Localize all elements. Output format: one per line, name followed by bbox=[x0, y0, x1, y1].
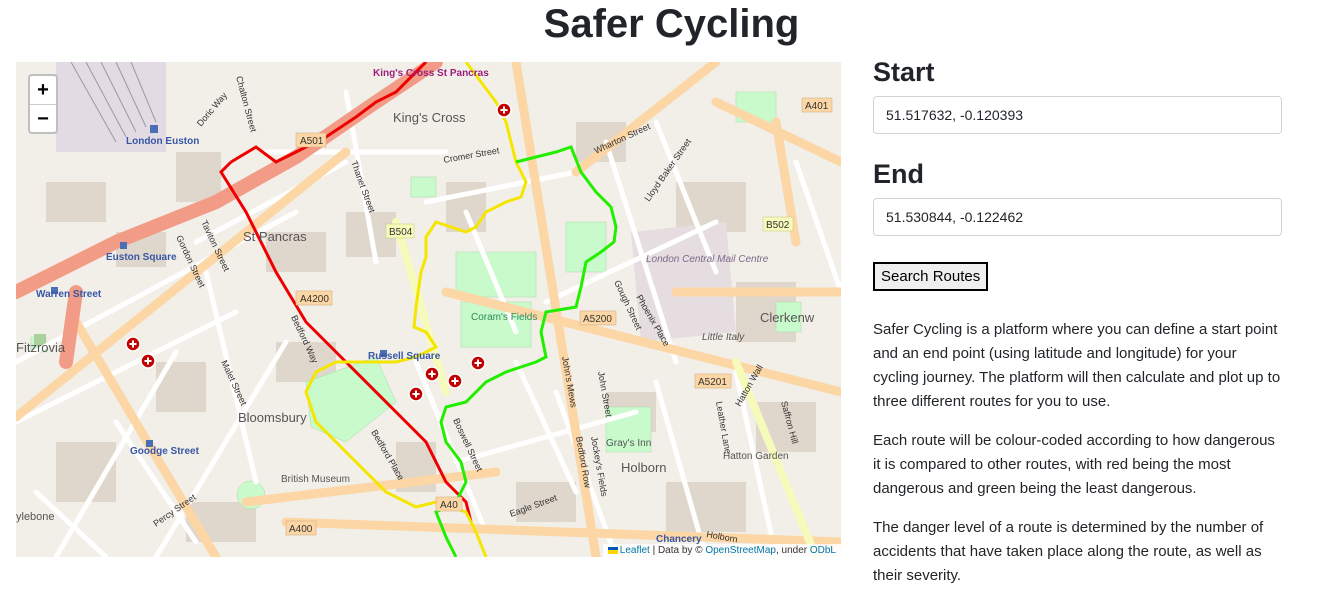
road-label-a501: A501 bbox=[300, 136, 324, 147]
map-attribution: Leaflet | Data by © OpenStreetMap, under… bbox=[602, 544, 841, 557]
road-label-a400: A400 bbox=[289, 524, 313, 535]
place-label-kings-cross: King's Cross bbox=[393, 110, 466, 125]
description-paragraph: The danger level of a route is determine… bbox=[873, 519, 1264, 584]
road-label-a40: A40 bbox=[440, 500, 458, 511]
place-label-clerkenwell: Clerkenw bbox=[760, 310, 815, 325]
road-label-b502: B502 bbox=[766, 220, 790, 231]
leaflet-link[interactable]: Leaflet bbox=[620, 545, 650, 556]
zoom-in-button[interactable]: + bbox=[30, 76, 56, 104]
search-routes-button[interactable]: Search Routes bbox=[873, 262, 989, 291]
page-title: Safer Cycling bbox=[543, 2, 800, 46]
poi-corams-fields: Coram's Fields bbox=[471, 312, 537, 323]
poi-grays-inn: Gray's Inn bbox=[606, 438, 651, 449]
place-label-marylebone: ylebone bbox=[16, 511, 55, 523]
station-warren-street: Warren Street bbox=[36, 289, 102, 300]
attribution-separator: | Data by © bbox=[649, 545, 706, 556]
road-label-b504: B504 bbox=[389, 227, 413, 238]
place-label-bloomsbury: Bloomsbury bbox=[238, 410, 307, 425]
ukraine-flag-icon bbox=[607, 546, 618, 554]
zoom-out-button[interactable]: − bbox=[30, 104, 56, 132]
station-goodge-street: Goodge Street bbox=[130, 446, 200, 457]
description-paragraph: Each route will be colour-coded accordin… bbox=[873, 432, 1275, 497]
route-form-panel: Start End Search Routes Safer Cycling is… bbox=[873, 56, 1283, 603]
description-paragraph: Safer Cycling is a platform where you ca… bbox=[873, 321, 1281, 410]
place-label-holborn: Holborn bbox=[621, 460, 667, 475]
end-input[interactable] bbox=[873, 198, 1282, 236]
attribution-under: , under bbox=[775, 545, 810, 556]
zoom-control: + − bbox=[28, 74, 58, 134]
description: Safer Cycling is a platform where you ca… bbox=[873, 318, 1283, 588]
station-london-euston: London Euston bbox=[126, 136, 199, 147]
poi-little-italy: Little Italy bbox=[702, 332, 745, 343]
station-russell-square: Russell Square bbox=[368, 351, 441, 362]
road-label-a5201: A5201 bbox=[698, 377, 727, 388]
road-label-a5200: A5200 bbox=[583, 314, 612, 325]
start-input[interactable] bbox=[873, 96, 1282, 134]
road-label-a401: A401 bbox=[805, 101, 829, 112]
station-euston-square: Euston Square bbox=[106, 252, 177, 263]
place-label-fitzrovia: Fitzrovia bbox=[16, 340, 66, 355]
road-label-a4200: A4200 bbox=[300, 294, 329, 305]
route-map[interactable]: A501 A4200 B504 A5200 A5201 A401 B502 A4… bbox=[16, 62, 841, 557]
poi-british-museum: British Museum bbox=[281, 474, 350, 485]
odbl-link[interactable]: ODbL bbox=[810, 545, 836, 556]
end-label: End bbox=[873, 159, 924, 189]
map-tiles[interactable]: A501 A4200 B504 A5200 A5201 A401 B502 A4… bbox=[16, 62, 841, 557]
osm-link[interactable]: OpenStreetMap bbox=[705, 545, 776, 556]
station-kings-cross-st-pancras: King's Cross St Pancras bbox=[373, 68, 489, 79]
poi-london-central-mail-centre: London Central Mail Centre bbox=[646, 254, 769, 265]
place-label-st-pancras: St Pancras bbox=[243, 229, 307, 244]
start-label: Start bbox=[873, 57, 935, 87]
